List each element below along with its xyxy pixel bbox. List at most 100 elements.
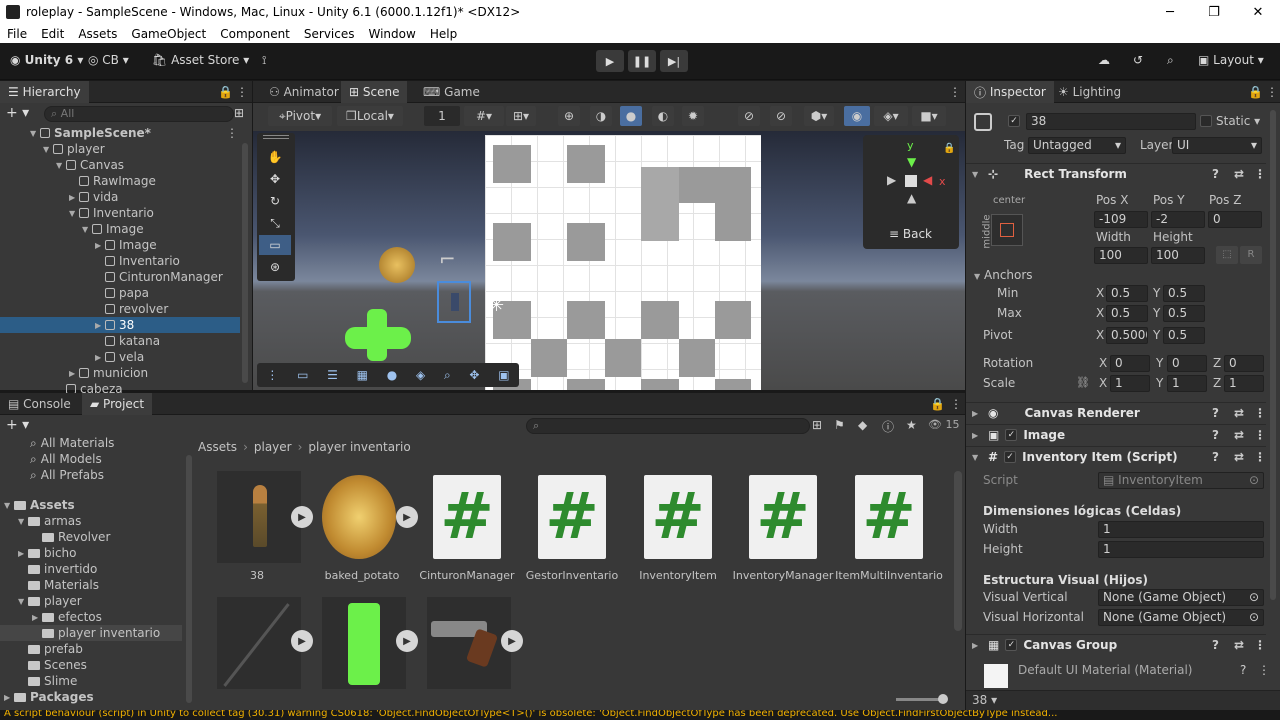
expand-arrow-icon[interactable]: ▶ <box>95 353 105 362</box>
expand-arrow-icon[interactable]: ▼ <box>69 209 79 218</box>
breadcrumb-player-inventario[interactable]: player inventario <box>308 440 410 454</box>
hierarchy-item[interactable]: ▶ vida <box>0 189 240 205</box>
layout-dropdown[interactable]: ▣ Layout ▾ <box>1198 53 1264 67</box>
version-control-icon[interactable]: ⟟ <box>262 53 266 68</box>
unity-version-button[interactable]: ◉ Unity 6 ▾ <box>10 53 83 67</box>
tag-icon[interactable]: ◆ <box>858 418 867 432</box>
filter-type-icon[interactable]: ⊞ <box>812 418 822 432</box>
tab-game[interactable]: ⌨ Game <box>415 81 488 103</box>
object-picker-icon[interactable]: ⊙ <box>1249 473 1259 488</box>
pivot-dropdown[interactable]: ⌖ Pivot ▾ <box>268 106 332 126</box>
search-icon[interactable]: ⌕ <box>1167 53 1174 68</box>
visibility-icon[interactable]: ◉ <box>844 106 870 126</box>
scene-more-icon[interactable]: ⋮ <box>949 85 961 99</box>
asset-baked-potato[interactable]: ▶ baked_potato <box>312 471 418 591</box>
tab-console[interactable]: ▤ Console <box>0 393 79 415</box>
tab-scene[interactable]: ⊞ Scene <box>341 81 408 103</box>
local-dropdown[interactable]: ❒ Local ▾ <box>337 106 403 126</box>
project-folder-item[interactable]: Materials <box>0 577 182 593</box>
project-folder-item[interactable]: Revolver <box>0 529 182 545</box>
grid-icon[interactable]: ▦ <box>357 368 368 382</box>
expand-arrow-icon[interactable]: ▼ <box>4 501 14 510</box>
hand-tool-icon[interactable]: ✋ <box>259 147 291 167</box>
cloud-icon[interactable]: ☁ <box>1098 53 1110 67</box>
hierarchy-item[interactable]: katana <box>0 333 240 349</box>
expand-arrow-icon[interactable]: ▶ <box>4 693 14 702</box>
transform-tool-icon[interactable]: ⊛ <box>259 257 291 277</box>
filter-label-icon[interactable]: ⚑ <box>834 418 845 432</box>
project-tree-scrollbar[interactable] <box>186 455 192 703</box>
scale-tool-icon[interactable]: ⤡ <box>259 213 291 233</box>
step-button[interactable]: ▶| <box>660 50 688 72</box>
pan-icon[interactable]: ✥ <box>469 368 479 382</box>
visual-vertical-field[interactable]: None (Game Object) ⊙ <box>1098 589 1264 606</box>
expand-arrow-icon[interactable]: ▶ <box>69 369 79 378</box>
asset-gestorinventario[interactable]: # GestorInventario <box>522 471 622 591</box>
project-folder-item[interactable]: invertido <box>0 561 182 577</box>
project-folder-item[interactable]: ▼ player <box>0 593 182 609</box>
favorite-item[interactable]: ⌕ All Materials <box>0 435 182 451</box>
project-folder-item[interactable]: ▼ Assets <box>0 497 182 513</box>
asset-katana[interactable]: ▶ <box>207 597 313 697</box>
scene-visibility-icon[interactable]: ⊞ <box>234 106 244 120</box>
scale-y-field[interactable]: 1 <box>1167 375 1207 392</box>
snap-increment-field[interactable]: 1 <box>424 106 460 126</box>
camera-icon[interactable]: ▣ <box>498 368 509 382</box>
pivot-y-field[interactable]: 0.5 <box>1163 327 1205 344</box>
hierarchy-item[interactable]: ▼ SampleScene* ⋮ <box>0 125 240 141</box>
menu-file[interactable]: File <box>7 27 27 41</box>
anchor-min-x-field[interactable]: 0.5 <box>1106 285 1148 302</box>
inspector-lock-icon[interactable]: 🔒 <box>1248 85 1263 99</box>
hierarchy-item[interactable]: papa <box>0 285 240 301</box>
material-help-icon[interactable]: ? <box>1240 663 1246 677</box>
expand-icon[interactable]: ▶ <box>291 630 313 652</box>
menu-gameobject[interactable]: GameObject <box>131 27 206 41</box>
2d-icon[interactable]: ⊘ <box>738 106 760 126</box>
rect-icon[interactable]: ▭ <box>297 368 308 382</box>
layers-icon[interactable]: ◈ <box>416 368 425 382</box>
menu-edit[interactable]: Edit <box>41 27 64 41</box>
static-checkbox[interactable] <box>1200 115 1212 127</box>
project-folder-item[interactable]: prefab <box>0 641 182 657</box>
project-add-icon[interactable]: + ▾ <box>6 417 29 433</box>
component-menu-icon[interactable]: ⋮ <box>1254 450 1266 464</box>
expand-arrow-icon[interactable]: ▶ <box>32 613 42 622</box>
tab-hierarchy[interactable]: ☰ Hierarchy <box>0 81 89 103</box>
hierarchy-item[interactable]: ▶ Image <box>0 237 240 253</box>
selected-38-rect[interactable] <box>437 281 471 323</box>
layer-dropdown[interactable]: UI ▾ <box>1172 137 1262 154</box>
rotate-tool-icon[interactable]: ↻ <box>259 191 291 211</box>
asset-vela[interactable]: ▶ <box>312 597 418 697</box>
posz-field[interactable]: 0 <box>1208 211 1262 228</box>
menu-services[interactable]: Services <box>304 27 355 41</box>
project-folder-item[interactable]: player inventario <box>0 625 182 641</box>
rotation-y-field[interactable]: 0 <box>1167 355 1207 372</box>
scene-viewport[interactable]: ⌐ ✳ ✋ ✥ ↻ ⤡ ▭ ⊛ ⋮ ▭ ☰ ▦ ● ◈ ⌕ ✥ ▣ y 🔒 ▼ … <box>253 131 965 390</box>
project-search-input[interactable]: ⌕ <box>526 418 810 434</box>
favorite-icon[interactable]: ★ <box>906 418 917 432</box>
minimize-button[interactable]: ─ <box>1148 0 1192 24</box>
scale-x-field[interactable]: 1 <box>1110 375 1150 392</box>
scale-z-field[interactable]: 1 <box>1224 375 1264 392</box>
expand-arrow-icon[interactable]: ▼ <box>30 129 40 138</box>
grid-snap-icon[interactable]: ⊞▾ <box>506 106 536 126</box>
help-icon[interactable]: ? <box>1212 428 1219 442</box>
hierarchy-search-input[interactable]: ⌕ All <box>44 106 234 122</box>
component-menu-icon[interactable]: ⋮ <box>1254 428 1266 442</box>
preset-icon[interactable]: ⇄ <box>1234 638 1244 652</box>
preset-icon[interactable]: ⇄ <box>1234 167 1244 181</box>
gizmo-y-arrow-icon[interactable]: ▼ <box>907 155 916 169</box>
gizmo-down-arrow-icon[interactable]: ▲ <box>907 191 916 205</box>
gizmo-center-icon[interactable] <box>905 175 917 187</box>
anchor-max-x-field[interactable]: 0.5 <box>1106 305 1148 322</box>
tab-inspector[interactable]: ⓘ Inspector <box>966 81 1054 103</box>
play-button[interactable]: ▶ <box>596 50 624 72</box>
preset-icon[interactable]: ⇄ <box>1234 450 1244 464</box>
hierarchy-item[interactable]: ▶ municion <box>0 365 240 381</box>
menu-component[interactable]: Component <box>220 27 290 41</box>
project-folder-item[interactable]: ▶ bicho <box>0 545 182 561</box>
material-label[interactable]: Default UI Material (Material) <box>1018 663 1192 677</box>
add-icon[interactable]: + ▾ <box>6 105 29 121</box>
hierarchy-item[interactable]: ▶ vela <box>0 349 240 365</box>
lighting-icon[interactable]: ◐ <box>652 106 674 126</box>
